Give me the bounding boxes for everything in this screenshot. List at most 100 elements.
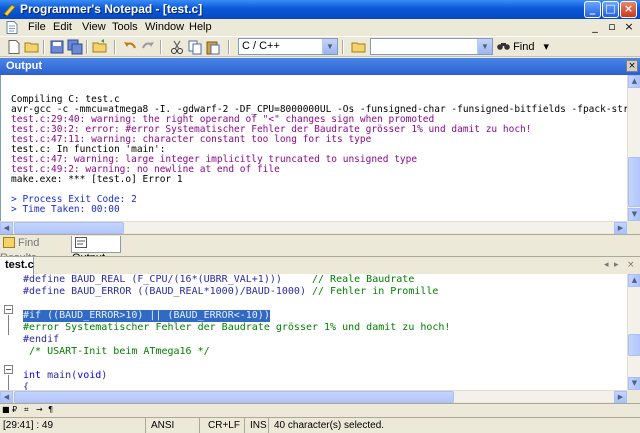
tab-test-c[interactable]: test.c bbox=[0, 257, 34, 275]
scroll-up-icon[interactable]: ▲ bbox=[628, 274, 640, 287]
chevron-down-icon[interactable]: ▼ bbox=[322, 39, 337, 54]
scroll-thumb[interactable] bbox=[14, 391, 454, 403]
menu-view[interactable]: View bbox=[82, 21, 106, 33]
code-editor[interactable]: − − #define BAUD_REAL (F_CPU/(16*(UBRR_V… bbox=[0, 274, 627, 390]
panel-tab-bar: Find Results Output bbox=[0, 234, 640, 264]
search-input[interactable]: ▼ bbox=[370, 38, 493, 55]
code-token: #endif bbox=[23, 334, 60, 345]
binoculars-icon bbox=[497, 43, 510, 50]
scroll-thumb[interactable] bbox=[628, 157, 640, 207]
toolbar-separator bbox=[86, 40, 88, 54]
menu-bar: File Edit View Tools Window Help _ ▫ × bbox=[0, 19, 640, 37]
output-text-area[interactable]: Compiling C: test.c avr-gcc -c -mmcu=atm… bbox=[0, 75, 627, 221]
code-token: #define BAUD_REAL (F_CPU/(16*(UBRR_VAL+1… bbox=[23, 274, 312, 285]
new-file-icon[interactable] bbox=[6, 39, 22, 55]
tab-next-icon[interactable]: ▸ bbox=[614, 260, 619, 270]
scroll-down-icon[interactable]: ▼ bbox=[628, 208, 640, 221]
maximize-button[interactable]: □ bbox=[602, 1, 619, 18]
mdi-minimize-button[interactable]: _ bbox=[589, 20, 601, 33]
editor-horizontal-scrollbar[interactable]: ◀ ▶ bbox=[0, 390, 627, 403]
status-mode: INS bbox=[247, 418, 269, 433]
status-message: 40 character(s) selected. bbox=[274, 420, 385, 431]
copy-icon[interactable] bbox=[187, 39, 203, 55]
scroll-right-icon[interactable]: ▶ bbox=[614, 391, 627, 403]
find-dropdown-icon[interactable]: ▾ bbox=[544, 41, 550, 53]
title-bar[interactable]: Programmer's Notepad - [test.c] _ □ × bbox=[0, 0, 640, 19]
status-line-endings: CR+LF bbox=[205, 418, 245, 433]
undo-icon[interactable] bbox=[122, 39, 138, 55]
save-all-icon[interactable] bbox=[67, 39, 83, 55]
code-line-selected[interactable]: #if ((BAUD_ERROR>10) || (BAUD_ERROR<-10)… bbox=[23, 310, 270, 322]
tab-output[interactable]: Output bbox=[71, 236, 121, 264]
code-line[interactable]: #define BAUD_ERROR ((BAUD_REAL*1000)/BAU… bbox=[23, 286, 438, 298]
fold-toggle-icon[interactable]: − bbox=[4, 305, 13, 314]
scroll-left-icon[interactable]: ◀ bbox=[0, 222, 13, 234]
output-panel-close-button[interactable]: × bbox=[626, 60, 638, 72]
open-folder-icon[interactable] bbox=[92, 39, 108, 55]
bottom-mini-toolbar: ■ ₽ ⌗ → ¶ bbox=[0, 403, 640, 416]
code-line[interactable]: /* USART-Init beim ATmega16 */ bbox=[23, 346, 210, 358]
code-token: { bbox=[23, 382, 30, 390]
folder-icon[interactable] bbox=[351, 39, 367, 55]
scheme-select[interactable]: C / C++ ▼ bbox=[238, 38, 338, 55]
menu-tools[interactable]: Tools bbox=[112, 21, 138, 33]
minimize-button[interactable]: _ bbox=[584, 1, 601, 18]
output-panel-title: Output bbox=[6, 60, 43, 72]
redo-icon[interactable] bbox=[140, 39, 156, 55]
output-line: > Time Taken: 00:00 bbox=[11, 204, 120, 215]
scroll-thumb[interactable] bbox=[628, 334, 640, 356]
mini-tool-icon[interactable]: ■ bbox=[2, 405, 10, 414]
scroll-thumb[interactable] bbox=[14, 222, 124, 234]
mdi-restore-button[interactable]: ▫ bbox=[606, 20, 618, 33]
code-token: ) bbox=[101, 370, 108, 381]
code-token: // Fehler in Promille bbox=[311, 286, 439, 297]
toolbar: C / C++ ▼ ▼ Find ▾ bbox=[0, 37, 640, 57]
code-line[interactable]: int main(void) bbox=[23, 370, 107, 382]
close-button[interactable]: × bbox=[620, 1, 637, 18]
output-horizontal-scrollbar[interactable]: ◀ ▶ bbox=[0, 221, 627, 234]
code-line[interactable]: { bbox=[23, 382, 29, 390]
cut-icon[interactable] bbox=[169, 39, 185, 55]
tab-find-results[interactable]: Find Results bbox=[0, 236, 68, 264]
mdi-close-button[interactable]: × bbox=[623, 20, 635, 33]
mini-tool-icon[interactable]: ₽ bbox=[12, 405, 17, 414]
find-button[interactable]: Find ▾ bbox=[497, 40, 549, 53]
paste-icon[interactable] bbox=[205, 39, 221, 55]
find-results-icon bbox=[3, 237, 15, 248]
menu-window[interactable]: Window bbox=[145, 21, 184, 33]
code-token: main( bbox=[41, 370, 78, 381]
scroll-left-icon[interactable]: ◀ bbox=[0, 391, 13, 403]
output-line: make.exe: *** [test.o] Error 1 bbox=[11, 174, 183, 185]
tab-close-icon[interactable]: × bbox=[627, 260, 635, 270]
menu-file[interactable]: File bbox=[28, 21, 46, 33]
mini-tool-icon[interactable]: → bbox=[36, 405, 43, 414]
scroll-up-icon[interactable]: ▲ bbox=[628, 75, 640, 88]
editor-vertical-scrollbar[interactable]: ▲ ▼ bbox=[627, 274, 640, 390]
chevron-down-icon[interactable]: ▼ bbox=[477, 39, 492, 54]
mini-tool-icon[interactable]: ⌗ bbox=[24, 405, 29, 415]
output-vertical-scrollbar[interactable]: ▲ ▼ bbox=[627, 75, 640, 221]
code-line[interactable]: #define BAUD_REAL (F_CPU/(16*(UBRR_VAL+1… bbox=[23, 274, 414, 286]
status-position: [29:41] : 49 bbox=[0, 418, 146, 433]
scroll-right-icon[interactable]: ▶ bbox=[614, 222, 627, 234]
output-icon bbox=[75, 237, 87, 248]
scroll-down-icon[interactable]: ▼ bbox=[628, 377, 640, 390]
menu-help[interactable]: Help bbox=[189, 21, 212, 33]
code-token: #error Systematischer Fehler der Baudrat… bbox=[23, 322, 451, 333]
code-line[interactable]: #endif bbox=[23, 334, 59, 346]
fold-line bbox=[8, 315, 9, 335]
code-line[interactable]: #error Systematischer Fehler der Baudrat… bbox=[23, 322, 450, 334]
document-icon bbox=[6, 21, 18, 34]
fold-toggle-icon[interactable]: − bbox=[4, 365, 13, 374]
tab-prev-icon[interactable]: ◂ bbox=[604, 260, 609, 270]
mini-tool-icon[interactable]: ¶ bbox=[48, 405, 53, 414]
window-title: Programmer's Notepad - [test.c] bbox=[20, 2, 203, 16]
code-token: #if ((BAUD_ERROR>10) || (BAUD_ERROR<-10)… bbox=[23, 310, 270, 321]
code-token: #define BAUD_ERROR ((BAUD_REAL*1000)/BAU… bbox=[23, 286, 312, 297]
save-icon[interactable] bbox=[49, 39, 65, 55]
status-bar: [29:41] : 49 ANSI CR+LF INS 40 character… bbox=[0, 417, 640, 433]
app-icon bbox=[3, 4, 16, 17]
open-file-icon[interactable] bbox=[24, 39, 40, 55]
toolbar-separator bbox=[160, 40, 162, 54]
menu-edit[interactable]: Edit bbox=[53, 21, 72, 33]
